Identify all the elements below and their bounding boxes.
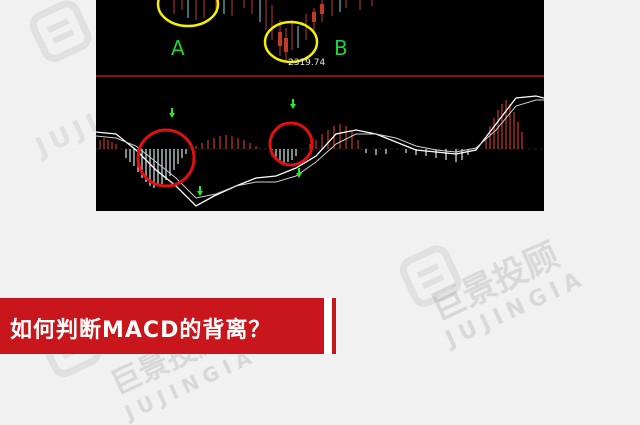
arrow-down-icon bbox=[292, 99, 294, 104]
watermark-en: JUJINGIA bbox=[442, 265, 591, 353]
label-b: B bbox=[334, 36, 348, 60]
page-title: 如何判断MACD的背离？ bbox=[10, 318, 272, 343]
watermark-text-right: 巨景投顾 JUJINGIA bbox=[421, 221, 591, 353]
stock-chart-panel: A B 2319.74 bbox=[96, 0, 544, 211]
chart-canvas bbox=[96, 0, 544, 207]
arrow-down-icon bbox=[298, 168, 300, 173]
title-banner: 如何判断MACD的背离？ bbox=[0, 298, 336, 354]
circle-b bbox=[263, 20, 319, 64]
macd-dif-line bbox=[96, 95, 544, 207]
divergence-circle-right bbox=[268, 121, 314, 167]
price-value: 2319.74 bbox=[288, 58, 326, 68]
arrow-down-icon bbox=[290, 104, 296, 109]
green-arrow-icons bbox=[169, 99, 302, 196]
arrow-down-icon bbox=[169, 113, 175, 118]
watermark-en: JUJINGIA bbox=[120, 342, 261, 425]
watermark-cn: 巨景投顾 bbox=[424, 235, 566, 330]
label-a: A bbox=[171, 36, 185, 60]
arrow-down-icon bbox=[171, 108, 173, 113]
arrow-down-icon bbox=[199, 186, 201, 191]
arrow-down-icon bbox=[197, 191, 203, 196]
